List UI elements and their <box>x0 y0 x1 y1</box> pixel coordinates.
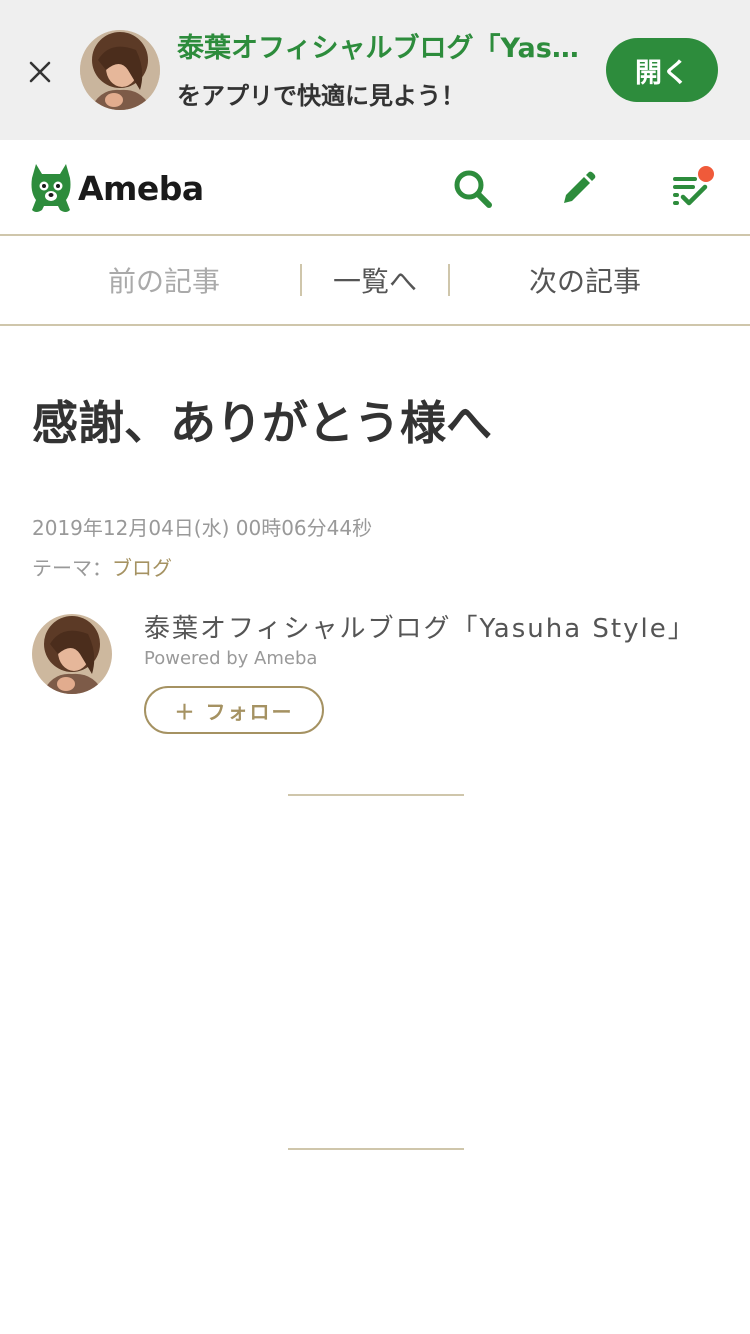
section-divider <box>288 1148 464 1150</box>
close-banner-button[interactable] <box>24 56 56 88</box>
article-navigation: 前の記事 一覧へ 次の記事 <box>0 236 750 326</box>
section-divider <box>288 794 464 796</box>
article-list-link[interactable]: 一覧へ <box>302 236 448 324</box>
theme-link[interactable]: ブログ <box>112 556 172 580</box>
logo-wordmark: Ameba <box>78 168 204 208</box>
powered-by-text: Powered by Ameba <box>144 648 318 669</box>
article-theme: テーマ：ブログ <box>32 552 172 581</box>
prev-article-link[interactable]: 前の記事 <box>40 236 288 324</box>
follow-button[interactable]: ＋ フォロー <box>144 686 324 734</box>
article-title: 感謝、ありがとう様へ <box>32 396 492 450</box>
notification-badge <box>698 166 714 182</box>
banner-subtitle: をアプリで快適に見よう！ <box>177 82 465 110</box>
banner-title: 泰葉オフィシャルブログ「Yas… <box>177 33 579 64</box>
theme-label: テーマ： <box>32 556 112 580</box>
next-article-link[interactable]: 次の記事 <box>460 236 710 324</box>
blog-name[interactable]: 泰葉オフィシャルブログ「Yasuha Style」 <box>144 608 696 645</box>
blog-avatar <box>80 30 160 110</box>
open-app-button[interactable]: 開く <box>606 38 718 102</box>
ameba-logo[interactable]: Ameba <box>30 162 204 214</box>
pencil-icon <box>564 171 596 203</box>
app-install-banner: 泰葉オフィシャルブログ「Yas… をアプリで快適に見よう！ 開く <box>0 0 750 140</box>
nav-separator <box>448 264 450 296</box>
ameba-mascot-icon <box>31 164 71 212</box>
write-post-button[interactable] <box>557 168 599 210</box>
search-icon <box>454 170 492 208</box>
article-date: 2019年12月04日(水) 00時06分44秒 <box>32 516 373 540</box>
author-avatar[interactable] <box>32 614 112 694</box>
close-icon <box>29 61 51 83</box>
site-header: Ameba <box>0 140 750 236</box>
search-button[interactable] <box>452 168 494 210</box>
